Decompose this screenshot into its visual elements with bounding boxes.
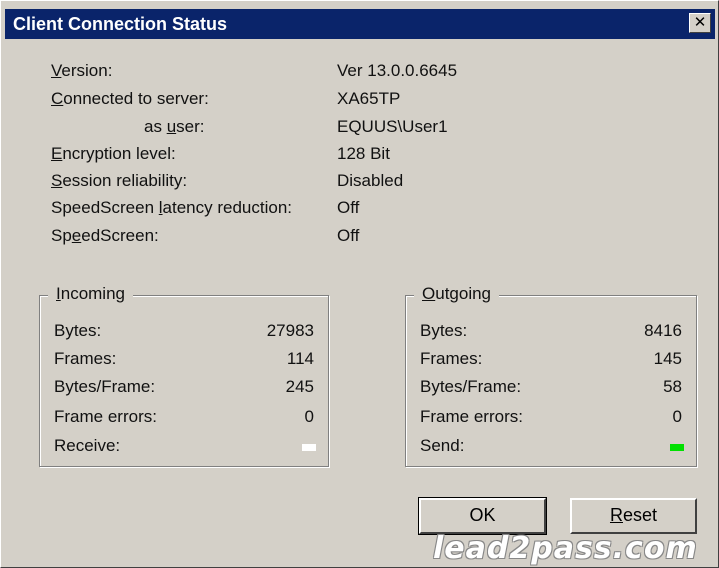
latency-value: Off bbox=[337, 198, 360, 217]
incoming-frames-value: 114 bbox=[286, 349, 314, 368]
ok-button[interactable]: OK bbox=[418, 497, 547, 535]
title-bar: Client Connection Status ✕ bbox=[5, 9, 715, 39]
user-value: EQUUS\User1 bbox=[337, 117, 448, 136]
send-indicator bbox=[670, 444, 684, 451]
incoming-bpf-label: Bytes/Frame: bbox=[54, 377, 156, 396]
encryption-value: 128 Bit bbox=[337, 144, 390, 163]
outgoing-frames-label: Frames: bbox=[420, 349, 483, 368]
outgoing-bytes-value: 8416 bbox=[644, 321, 682, 340]
reliability-label: Session reliability: bbox=[51, 171, 188, 190]
server-label: Connected to server: bbox=[51, 89, 209, 108]
incoming-errors-value: 0 bbox=[304, 407, 314, 426]
outgoing-bytes-label: Bytes: bbox=[420, 321, 468, 340]
latency-label: SpeedScreen latency reduction: bbox=[51, 198, 292, 217]
encryption-label: Encryption level: bbox=[51, 144, 176, 163]
outgoing-title: Outgoing bbox=[414, 284, 500, 304]
incoming-bytes-label: Bytes: bbox=[54, 321, 102, 340]
outgoing-group: Outgoing Bytes: 8416 Frames: 145 Bytes/F… bbox=[405, 284, 697, 467]
outgoing-errors-label: Frame errors: bbox=[420, 407, 523, 426]
incoming-bytes-value: 27983 bbox=[266, 321, 314, 340]
outgoing-frames-value: 145 bbox=[653, 349, 682, 368]
incoming-bpf-value: 245 bbox=[285, 377, 314, 396]
server-value: XA65TP bbox=[337, 89, 401, 108]
version-label: Version: bbox=[51, 61, 113, 80]
speedscreen-label: SpeedScreen: bbox=[51, 226, 159, 245]
window-title: Client Connection Status bbox=[13, 14, 228, 34]
send-label: Send: bbox=[420, 436, 465, 455]
speedscreen-value: Off bbox=[337, 226, 360, 245]
user-label: as user: bbox=[144, 117, 205, 136]
incoming-errors-label: Frame errors: bbox=[54, 407, 157, 426]
incoming-frames-label: Frames: bbox=[54, 349, 117, 368]
incoming-group: Incoming Bytes: 27983 Frames: 114 Bytes/… bbox=[39, 284, 329, 467]
client-connection-status-dialog: Client Connection Status ✕ Version: Ver … bbox=[0, 0, 719, 568]
outgoing-bpf-label: Bytes/Frame: bbox=[420, 377, 522, 396]
incoming-title: Incoming bbox=[48, 284, 133, 304]
reset-button[interactable]: Reset bbox=[570, 498, 697, 534]
watermark-logo: lead2pass.com bbox=[433, 531, 698, 566]
close-icon[interactable]: ✕ bbox=[689, 13, 711, 33]
receive-label: Receive: bbox=[54, 436, 121, 455]
outgoing-errors-value: 0 bbox=[672, 407, 682, 426]
version-value: Ver 13.0.0.6645 bbox=[337, 61, 458, 80]
receive-indicator bbox=[302, 444, 316, 451]
outgoing-bpf-value: 58 bbox=[663, 377, 682, 396]
reliability-value: Disabled bbox=[337, 171, 404, 190]
